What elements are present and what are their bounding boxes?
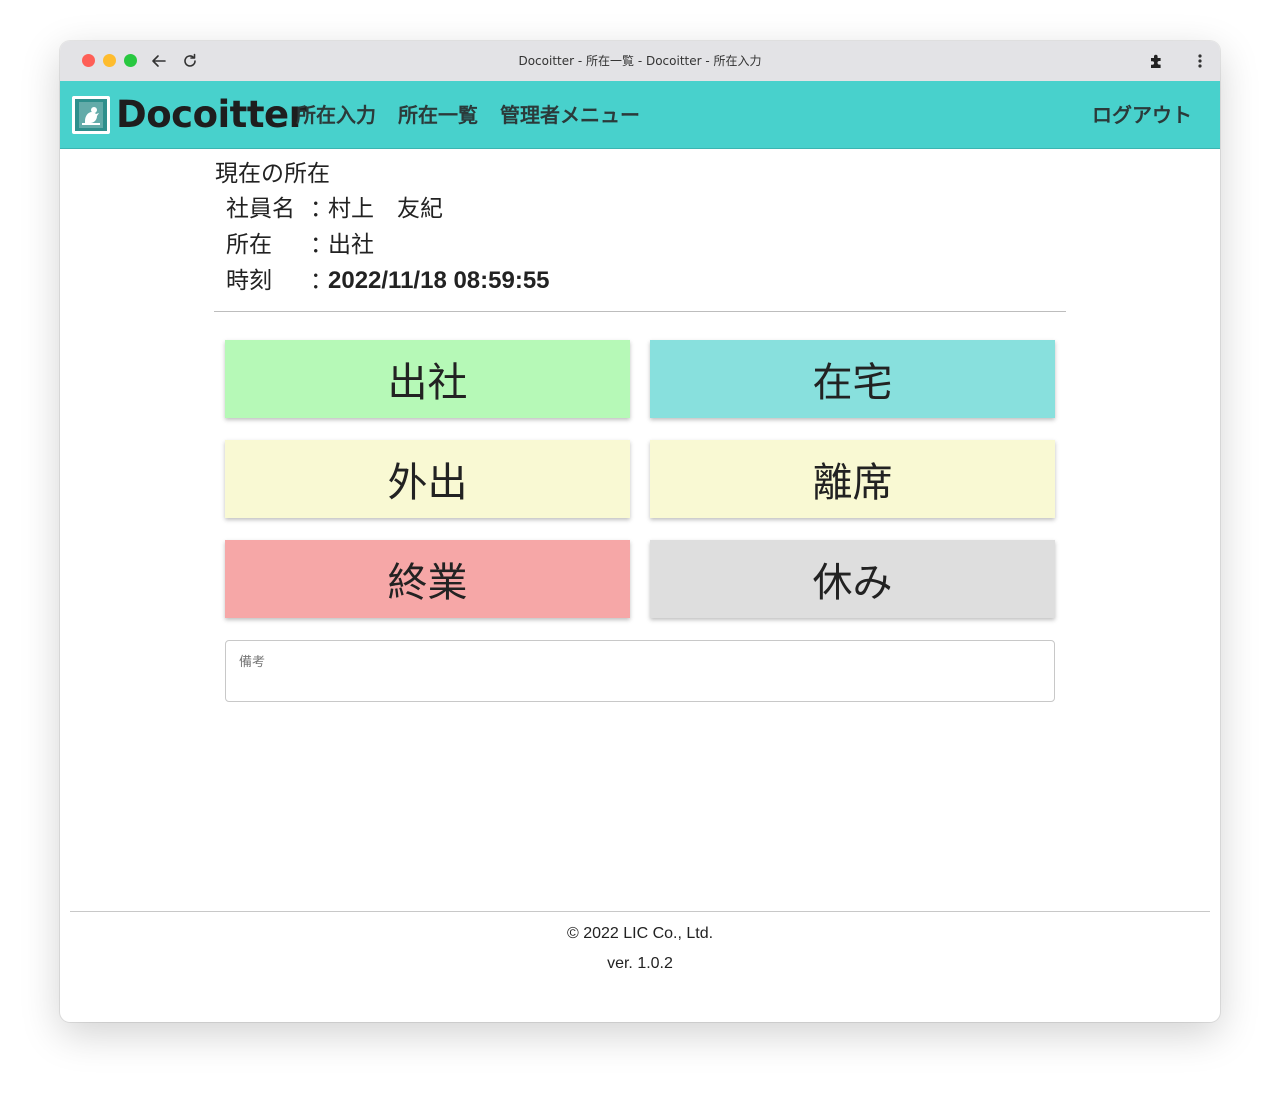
nav-link-location-input[interactable]: 所在入力 — [296, 101, 376, 129]
time-value: 2022/11/18 08:59:55 — [328, 267, 550, 294]
employee-name-value: 村上 友紀 — [328, 196, 443, 222]
status-divider — [214, 311, 1066, 312]
memo-field[interactable]: 備考 — [225, 640, 1055, 702]
logout-link[interactable]: ログアウト — [1092, 101, 1192, 129]
status-button-home[interactable]: 在宅 — [650, 340, 1055, 418]
colon-separator: ： — [310, 268, 333, 294]
reload-icon[interactable] — [179, 50, 201, 72]
memo-input[interactable] — [238, 671, 1042, 697]
time-label: 時刻 — [226, 268, 272, 294]
footer-version: ver. 1.0.2 — [607, 955, 673, 972]
time-row: 時刻 ：2022/11/18 08:59:55 — [226, 265, 550, 297]
brand-name[interactable]: Docoitter — [116, 91, 307, 139]
minimize-window-button[interactable] — [103, 54, 116, 67]
employee-name-row: 社員名 ：村上 友紀 — [226, 193, 443, 225]
employee-name-label: 社員名 — [226, 196, 295, 222]
colon-separator: ： — [310, 196, 333, 222]
current-status-heading: 現在の所在 — [215, 161, 330, 187]
puzzle-extension-icon[interactable] — [1146, 50, 1168, 72]
logo-icon — [72, 96, 110, 134]
status-button-end-work[interactable]: 終業 — [225, 540, 630, 618]
maximize-window-button[interactable] — [124, 54, 137, 67]
more-vertical-icon[interactable] — [1189, 50, 1211, 72]
footer-divider — [70, 911, 1210, 912]
browser-window: Docoitter - 所在一覧 - Docoitter - 所在入力 Doco… — [60, 41, 1220, 1022]
location-row: 所在 ：出社 — [226, 229, 374, 261]
location-value: 出社 — [328, 232, 374, 258]
colon-separator: ： — [310, 232, 333, 258]
status-button-out[interactable]: 外出 — [225, 440, 630, 518]
nav-link-location-list[interactable]: 所在一覧 — [398, 101, 478, 129]
window-title: Docoitter - 所在一覧 - Docoitter - 所在入力 — [518, 54, 762, 68]
status-button-day-off[interactable]: 休み — [650, 540, 1055, 618]
nav-link-admin-menu[interactable]: 管理者メニュー — [500, 101, 640, 129]
navbar: Docoitter 所在入力 所在一覧 管理者メニュー ログアウト — [60, 81, 1220, 149]
status-button-away[interactable]: 離席 — [650, 440, 1055, 518]
status-button-office[interactable]: 出社 — [225, 340, 630, 418]
browser-titlebar: Docoitter - 所在一覧 - Docoitter - 所在入力 — [60, 41, 1220, 81]
back-arrow-icon[interactable] — [148, 50, 170, 72]
close-window-button[interactable] — [82, 54, 95, 67]
memo-label: 備考 — [239, 655, 266, 670]
footer-copyright: © 2022 LIC Co., Ltd. — [566, 925, 714, 942]
location-label: 所在 — [226, 232, 272, 258]
